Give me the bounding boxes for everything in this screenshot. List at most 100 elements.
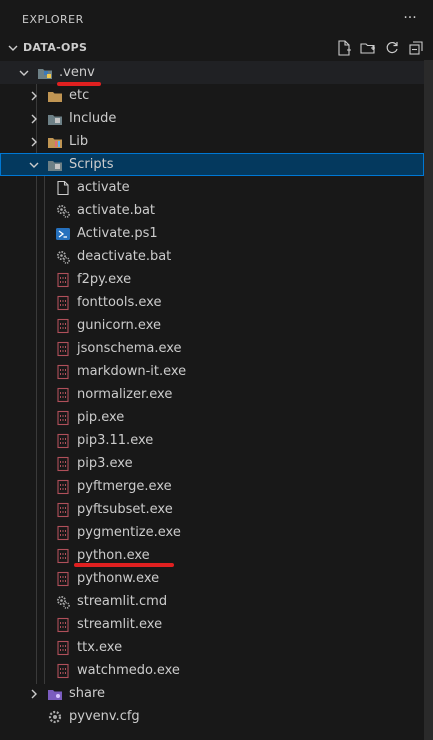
- tree-item-script-file[interactable]: pythonw.exe: [0, 567, 424, 590]
- binary-file-icon: [55, 640, 71, 656]
- tree-item-script-file[interactable]: Activate.ps1: [0, 222, 424, 245]
- binary-file-icon: [55, 502, 71, 518]
- file-tree: .venv etc Include Lib Scripts activate ac…: [0, 61, 424, 732]
- tree-item-label: gunicorn.exe: [77, 318, 161, 333]
- tree-item-script-file[interactable]: pip3.exe: [0, 452, 424, 475]
- tree-item-label: pyftmerge.exe: [77, 479, 172, 494]
- tree-item-label: activate: [77, 180, 130, 195]
- chevron-down-icon: [8, 45, 18, 51]
- explorer-title: EXPLORER: [22, 13, 84, 26]
- annotation-underline-python-exe: [74, 563, 174, 567]
- tree-item-script-file[interactable]: jsonschema.exe: [0, 337, 424, 360]
- tree-item-etc[interactable]: etc: [0, 84, 424, 107]
- tree-item-label: pythonw.exe: [77, 571, 160, 586]
- ellipsis-icon[interactable]: ···: [400, 8, 420, 28]
- binary-file-icon: [55, 272, 71, 288]
- file-icon: [55, 180, 71, 196]
- tree-item-script-file[interactable]: f2py.exe: [0, 268, 424, 291]
- explorer-header: EXPLORER ···: [0, 0, 433, 38]
- tree-item-label: pygmentize.exe: [77, 525, 181, 540]
- binary-file-icon: [55, 456, 71, 472]
- tree-item-script-file[interactable]: activate: [0, 176, 424, 199]
- tree-item-label: fonttools.exe: [77, 295, 162, 310]
- tree-item-lib[interactable]: Lib: [0, 130, 424, 153]
- tree-item-label: deactivate.bat: [77, 249, 172, 264]
- tree-item-label: python.exe: [77, 548, 150, 563]
- tree-item-label: streamlit.exe: [77, 617, 163, 632]
- tree-item-label: normalizer.exe: [77, 387, 173, 402]
- chevron-right-icon: [31, 91, 37, 101]
- chevron-right-icon: [31, 689, 37, 699]
- chevron-right-icon: [31, 114, 37, 124]
- tree-item-label: activate.bat: [77, 203, 156, 218]
- tree-item-label: Activate.ps1: [77, 226, 158, 241]
- tree-item-script-file[interactable]: ttx.exe: [0, 636, 424, 659]
- tree-item-label: pyftsubset.exe: [77, 502, 173, 517]
- tree-item-label: Lib: [69, 134, 89, 149]
- tree-item-label: jsonschema.exe: [77, 341, 182, 356]
- tree-item-script-file[interactable]: activate.bat: [0, 199, 424, 222]
- tree-item-label: pip3.11.exe: [77, 433, 154, 448]
- tree-item-script-file[interactable]: pip.exe: [0, 406, 424, 429]
- powershell-icon: [55, 226, 71, 242]
- tree-item-script-file[interactable]: pyftsubset.exe: [0, 498, 424, 521]
- annotation-underline-venv: [57, 82, 101, 86]
- binary-file-icon: [55, 571, 71, 587]
- collapse-all-icon[interactable]: [406, 39, 426, 57]
- chevron-down-icon: [19, 70, 29, 76]
- tree-item-label: pip3.exe: [77, 456, 133, 471]
- tree-item-script-file[interactable]: pip3.11.exe: [0, 429, 424, 452]
- scripts-folder-icon: [48, 161, 62, 171]
- tree-item-script-file[interactable]: markdown-it.exe: [0, 360, 424, 383]
- library-folder-icon: [48, 138, 62, 148]
- tree-item-label: ttx.exe: [77, 640, 123, 655]
- tree-item-script-file[interactable]: pygmentize.exe: [0, 521, 424, 544]
- include-folder-icon: [48, 115, 62, 125]
- tree-item-script-file[interactable]: watchmedo.exe: [0, 659, 424, 682]
- refresh-icon[interactable]: [382, 39, 402, 57]
- tree-item-script-file[interactable]: streamlit.cmd: [0, 590, 424, 613]
- workspace-name: DATA-OPS: [23, 41, 88, 54]
- gear-icon: [48, 710, 62, 724]
- gear-icon: [55, 249, 71, 265]
- folder-icon: [48, 92, 62, 102]
- binary-file-icon: [55, 364, 71, 380]
- binary-file-icon: [55, 410, 71, 426]
- tree-item-label: share: [69, 686, 106, 701]
- workspace-section-header[interactable]: DATA-OPS: [0, 37, 433, 59]
- tree-item-script-file[interactable]: streamlit.exe: [0, 613, 424, 636]
- gear-icon: [55, 203, 71, 219]
- binary-file-icon: [55, 663, 71, 679]
- tree-item-pyvenv-cfg[interactable]: pyvenv.cfg: [0, 705, 424, 728]
- tree-item-label: Scripts: [69, 157, 114, 172]
- tree-item-scripts[interactable]: Scripts: [0, 153, 424, 176]
- tree-item-script-file[interactable]: deactivate.bat: [0, 245, 424, 268]
- tree-item-label: pip.exe: [77, 410, 125, 425]
- tree-item-script-file[interactable]: normalizer.exe: [0, 383, 424, 406]
- tree-item-label: streamlit.cmd: [77, 594, 168, 609]
- binary-file-icon: [55, 295, 71, 311]
- chevron-down-icon: [29, 162, 39, 168]
- tree-item-share[interactable]: share: [0, 682, 424, 705]
- scrollbar-thumb[interactable]: [424, 60, 433, 740]
- tree-item-label: f2py.exe: [77, 272, 132, 287]
- binary-file-icon: [55, 525, 71, 541]
- tree-item-label: pyvenv.cfg: [69, 709, 140, 724]
- binary-file-icon: [55, 433, 71, 449]
- binary-file-icon: [55, 318, 71, 334]
- tree-item-script-file[interactable]: pyftmerge.exe: [0, 475, 424, 498]
- tree-item-label: .venv: [59, 65, 95, 80]
- python-folder-icon: [38, 69, 52, 79]
- tree-item-script-file[interactable]: gunicorn.exe: [0, 314, 424, 337]
- new-file-icon[interactable]: [334, 39, 354, 57]
- tree-item-script-file[interactable]: fonttools.exe: [0, 291, 424, 314]
- binary-file-icon: [55, 617, 71, 633]
- new-folder-icon[interactable]: [358, 39, 378, 57]
- tree-item-label: Include: [69, 111, 117, 126]
- chevron-right-icon: [31, 137, 37, 147]
- binary-file-icon: [55, 479, 71, 495]
- binary-file-icon: [55, 548, 71, 564]
- tree-item-include[interactable]: Include: [0, 107, 424, 130]
- tree-item-venv[interactable]: .venv: [0, 61, 424, 84]
- tree-item-script-file[interactable]: python.exe: [0, 544, 424, 567]
